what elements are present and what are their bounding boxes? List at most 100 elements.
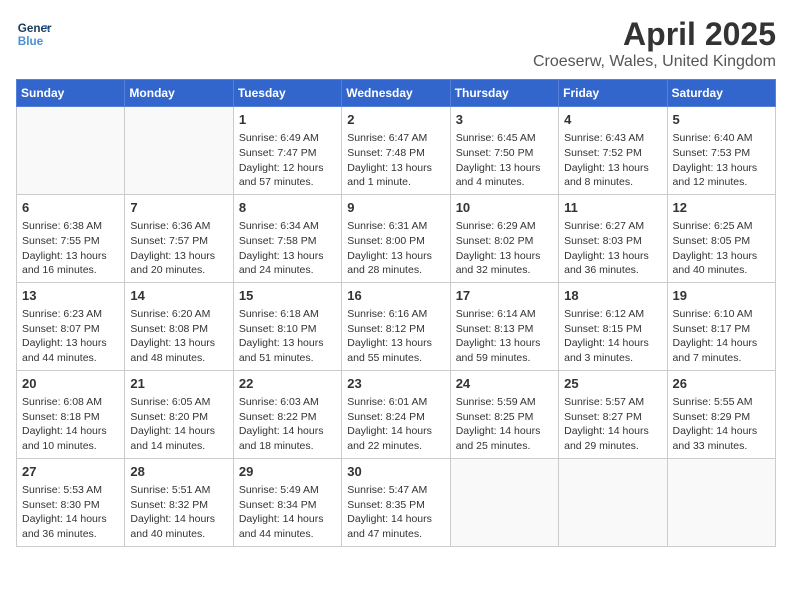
col-friday: Friday xyxy=(559,80,667,107)
day-detail: Sunrise: 5:51 AMSunset: 8:32 PMDaylight:… xyxy=(130,483,227,542)
title-area: April 2025 Croeserw, Wales, United Kingd… xyxy=(533,16,776,71)
day-number: 1 xyxy=(239,111,336,129)
calendar-cell: 9 Sunrise: 6:31 AMSunset: 8:00 PMDaylight… xyxy=(342,194,450,282)
calendar-cell: 29 Sunrise: 5:49 AMSunset: 8:34 PMDayligh… xyxy=(233,458,341,546)
calendar-subtitle: Croeserw, Wales, United Kingdom xyxy=(533,53,776,71)
day-number: 5 xyxy=(673,111,770,129)
day-detail: Sunrise: 6:08 AMSunset: 8:18 PMDaylight:… xyxy=(22,395,119,454)
calendar-week-2: 6 Sunrise: 6:38 AMSunset: 7:55 PMDaylight… xyxy=(17,194,776,282)
day-number: 21 xyxy=(130,375,227,393)
calendar-week-4: 20 Sunrise: 6:08 AMSunset: 8:18 PMDayligh… xyxy=(17,370,776,458)
day-detail: Sunrise: 6:47 AMSunset: 7:48 PMDaylight:… xyxy=(347,131,444,190)
day-detail: Sunrise: 6:16 AMSunset: 8:12 PMDaylight:… xyxy=(347,307,444,366)
calendar-cell: 6 Sunrise: 6:38 AMSunset: 7:55 PMDaylight… xyxy=(17,194,125,282)
day-detail: Sunrise: 6:36 AMSunset: 7:57 PMDaylight:… xyxy=(130,219,227,278)
calendar-cell: 18Sunrise: 6:12 AMSunset: 8:15 PMDayligh… xyxy=(559,282,667,370)
logo-icon: General Blue xyxy=(16,16,52,52)
day-detail: Sunrise: 6:05 AMSunset: 8:20 PMDaylight:… xyxy=(130,395,227,454)
svg-text:Blue: Blue xyxy=(18,35,44,48)
calendar-cell: 1Sunrise: 6:49 AMSunset: 7:47 PMDaylight… xyxy=(233,107,341,195)
day-number: 14 xyxy=(130,287,227,305)
day-detail: Sunrise: 6:31 AMSunset: 8:00 PMDaylight:… xyxy=(347,219,444,278)
calendar-cell: 30Sunrise: 5:47 AMSunset: 8:35 PMDayligh… xyxy=(342,458,450,546)
day-number: 11 xyxy=(564,199,661,217)
calendar-cell: 24 Sunrise: 5:59 AMSunset: 8:25 PMDayligh… xyxy=(450,370,558,458)
day-number: 23 xyxy=(347,375,444,393)
day-detail: Sunrise: 5:49 AMSunset: 8:34 PMDaylight:… xyxy=(239,483,336,542)
header-row: Sunday Monday Tuesday Wednesday Thursday… xyxy=(17,80,776,107)
day-detail: Sunrise: 5:53 AMSunset: 8:30 PMDaylight:… xyxy=(22,483,119,542)
calendar-cell: 28 Sunrise: 5:51 AMSunset: 8:32 PMDayligh… xyxy=(125,458,233,546)
col-saturday: Saturday xyxy=(667,80,775,107)
calendar-cell: 8 Sunrise: 6:34 AMSunset: 7:58 PMDaylight… xyxy=(233,194,341,282)
calendar-cell: 7 Sunrise: 6:36 AMSunset: 7:57 PMDaylight… xyxy=(125,194,233,282)
day-detail: Sunrise: 6:43 AMSunset: 7:52 PMDaylight:… xyxy=(564,131,661,190)
day-detail: Sunrise: 5:57 AMSunset: 8:27 PMDaylight:… xyxy=(564,395,661,454)
day-number: 6 xyxy=(22,199,119,217)
calendar-cell: 13Sunrise: 6:23 AMSunset: 8:07 PMDayligh… xyxy=(17,282,125,370)
day-number: 29 xyxy=(239,463,336,481)
day-detail: Sunrise: 5:55 AMSunset: 8:29 PMDaylight:… xyxy=(673,395,770,454)
day-detail: Sunrise: 6:29 AMSunset: 8:02 PMDaylight:… xyxy=(456,219,553,278)
day-number: 10 xyxy=(456,199,553,217)
day-detail: Sunrise: 6:20 AMSunset: 8:08 PMDaylight:… xyxy=(130,307,227,366)
day-detail: Sunrise: 6:01 AMSunset: 8:24 PMDaylight:… xyxy=(347,395,444,454)
calendar-cell: 20 Sunrise: 6:08 AMSunset: 8:18 PMDayligh… xyxy=(17,370,125,458)
day-number: 18 xyxy=(564,287,661,305)
day-detail: Sunrise: 6:38 AMSunset: 7:55 PMDaylight:… xyxy=(22,219,119,278)
day-number: 7 xyxy=(130,199,227,217)
day-detail: Sunrise: 5:59 AMSunset: 8:25 PMDaylight:… xyxy=(456,395,553,454)
calendar-cell: 15 Sunrise: 6:18 AMSunset: 8:10 PMDayligh… xyxy=(233,282,341,370)
calendar-cell: 16 Sunrise: 6:16 AMSunset: 8:12 PMDayligh… xyxy=(342,282,450,370)
day-number: 12 xyxy=(673,199,770,217)
calendar-cell: 17 Sunrise: 6:14 AMSunset: 8:13 PMDayligh… xyxy=(450,282,558,370)
calendar-title: April 2025 xyxy=(533,16,776,53)
calendar-cell: 10 Sunrise: 6:29 AMSunset: 8:02 PMDayligh… xyxy=(450,194,558,282)
day-number: 25 xyxy=(564,375,661,393)
day-detail: Sunrise: 6:14 AMSunset: 8:13 PMDaylight:… xyxy=(456,307,553,366)
day-number: 28 xyxy=(130,463,227,481)
calendar-cell: 25 Sunrise: 5:57 AMSunset: 8:27 PMDayligh… xyxy=(559,370,667,458)
day-detail: Sunrise: 6:10 AMSunset: 8:17 PMDaylight:… xyxy=(673,307,770,366)
col-wednesday: Wednesday xyxy=(342,80,450,107)
calendar-cell: 5 Sunrise: 6:40 AMSunset: 7:53 PMDaylight… xyxy=(667,107,775,195)
col-monday: Monday xyxy=(125,80,233,107)
calendar-cell xyxy=(125,107,233,195)
calendar-body: 1Sunrise: 6:49 AMSunset: 7:47 PMDaylight… xyxy=(17,107,776,547)
calendar-week-3: 13Sunrise: 6:23 AMSunset: 8:07 PMDayligh… xyxy=(17,282,776,370)
page-header: General Blue April 2025 Croeserw, Wales,… xyxy=(16,16,776,71)
day-number: 15 xyxy=(239,287,336,305)
day-number: 17 xyxy=(456,287,553,305)
day-number: 27 xyxy=(22,463,119,481)
day-detail: Sunrise: 6:03 AMSunset: 8:22 PMDaylight:… xyxy=(239,395,336,454)
calendar-cell: 19Sunrise: 6:10 AMSunset: 8:17 PMDayligh… xyxy=(667,282,775,370)
calendar-cell: 14 Sunrise: 6:20 AMSunset: 8:08 PMDayligh… xyxy=(125,282,233,370)
day-number: 2 xyxy=(347,111,444,129)
calendar-cell xyxy=(559,458,667,546)
calendar-cell: 26 Sunrise: 5:55 AMSunset: 8:29 PMDayligh… xyxy=(667,370,775,458)
day-number: 20 xyxy=(22,375,119,393)
calendar-cell: 27 Sunrise: 5:53 AMSunset: 8:30 PMDayligh… xyxy=(17,458,125,546)
col-thursday: Thursday xyxy=(450,80,558,107)
day-number: 16 xyxy=(347,287,444,305)
day-number: 4 xyxy=(564,111,661,129)
day-number: 24 xyxy=(456,375,553,393)
logo: General Blue xyxy=(16,16,52,52)
day-number: 26 xyxy=(673,375,770,393)
day-number: 9 xyxy=(347,199,444,217)
day-detail: Sunrise: 5:47 AMSunset: 8:35 PMDaylight:… xyxy=(347,483,444,542)
day-number: 13 xyxy=(22,287,119,305)
day-number: 8 xyxy=(239,199,336,217)
calendar-cell: 23 Sunrise: 6:01 AMSunset: 8:24 PMDayligh… xyxy=(342,370,450,458)
day-detail: Sunrise: 6:40 AMSunset: 7:53 PMDaylight:… xyxy=(673,131,770,190)
calendar-week-1: 1Sunrise: 6:49 AMSunset: 7:47 PMDaylight… xyxy=(17,107,776,195)
day-detail: Sunrise: 6:18 AMSunset: 8:10 PMDaylight:… xyxy=(239,307,336,366)
calendar-table: Sunday Monday Tuesday Wednesday Thursday… xyxy=(16,79,776,547)
day-detail: Sunrise: 6:27 AMSunset: 8:03 PMDaylight:… xyxy=(564,219,661,278)
day-detail: Sunrise: 6:34 AMSunset: 7:58 PMDaylight:… xyxy=(239,219,336,278)
calendar-cell xyxy=(667,458,775,546)
calendar-cell: 2 Sunrise: 6:47 AMSunset: 7:48 PMDaylight… xyxy=(342,107,450,195)
calendar-cell: 21 Sunrise: 6:05 AMSunset: 8:20 PMDayligh… xyxy=(125,370,233,458)
calendar-cell: 3Sunrise: 6:45 AMSunset: 7:50 PMDaylight… xyxy=(450,107,558,195)
calendar-cell: 4 Sunrise: 6:43 AMSunset: 7:52 PMDaylight… xyxy=(559,107,667,195)
